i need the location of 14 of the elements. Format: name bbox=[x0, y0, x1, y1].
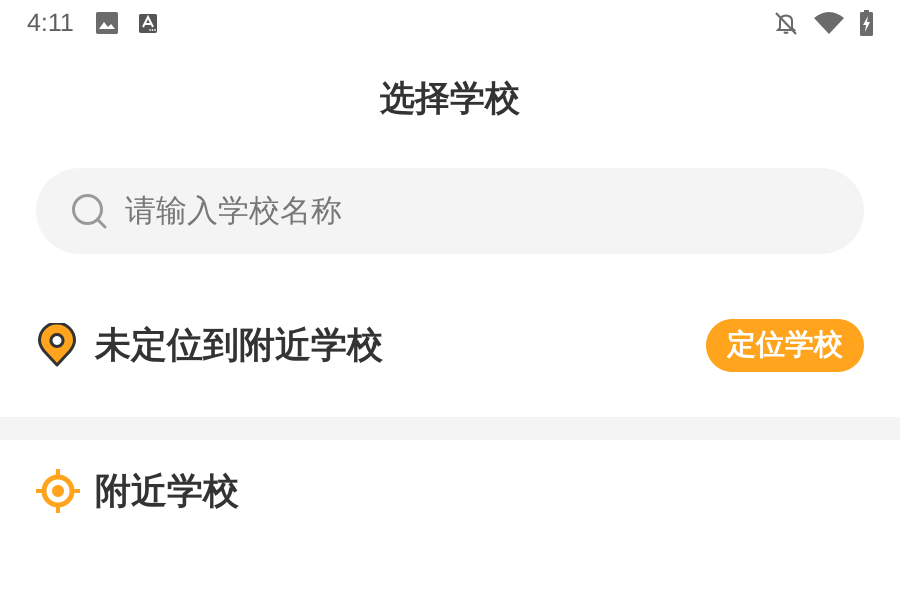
app-notification-icon bbox=[138, 14, 157, 32]
page-title: 选择学校 bbox=[380, 78, 520, 120]
image-icon bbox=[96, 12, 118, 34]
search-icon bbox=[72, 194, 107, 229]
locate-school-button[interactable]: 定位学校 bbox=[706, 318, 864, 372]
location-status-text: 未定位到附近学校 bbox=[95, 324, 383, 368]
location-pin-icon bbox=[38, 323, 76, 367]
battery-charging-icon bbox=[860, 10, 873, 36]
target-icon bbox=[36, 469, 80, 513]
bell-off-icon bbox=[774, 11, 798, 35]
wifi-icon bbox=[814, 12, 844, 34]
status-time: 4:11 bbox=[27, 8, 74, 38]
search-field[interactable]: 请输入学校名称 bbox=[36, 168, 864, 254]
section-heading: 附近学校 bbox=[95, 470, 239, 514]
